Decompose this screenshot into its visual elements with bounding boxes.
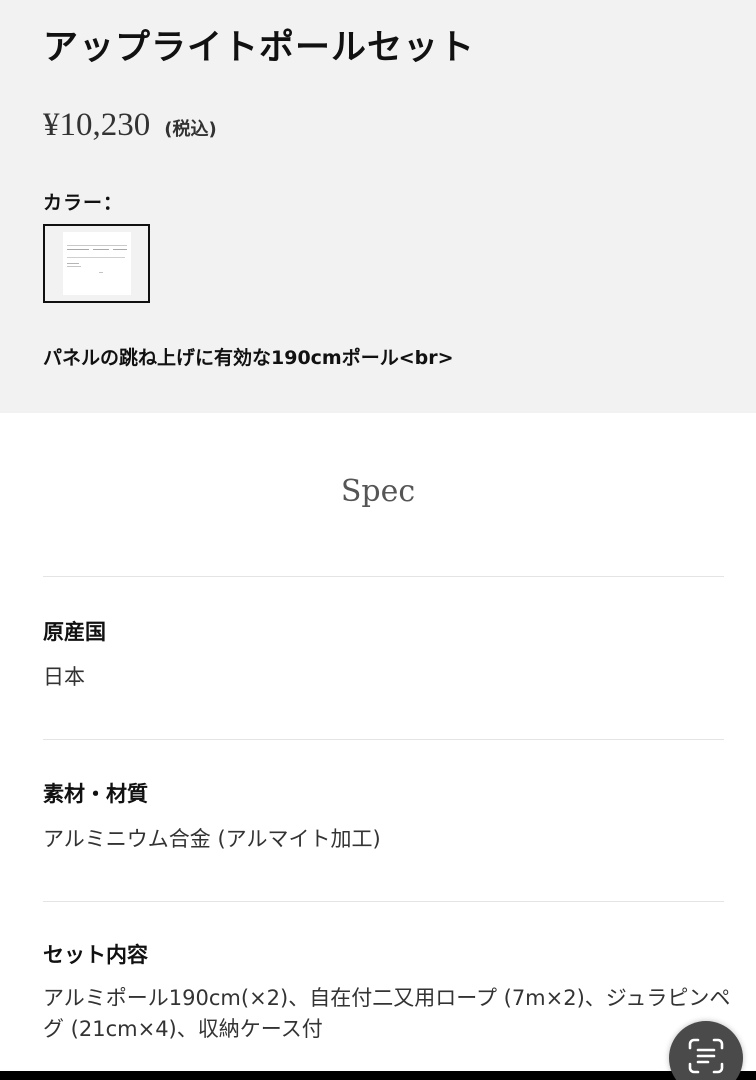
divider	[43, 576, 724, 577]
short-description: パネルの跳ね上げに有効な190cmポール<br>	[43, 347, 454, 369]
text-scan-icon	[688, 1038, 724, 1074]
color-swatch[interactable]	[43, 224, 150, 303]
spec-value-set-contents: アルミポール190cm(×2)、自在付二又用ロープ (7m×2)、ジュラピンペグ…	[43, 986, 731, 1041]
swatch-thumbnail-image	[63, 232, 131, 295]
divider	[43, 901, 724, 902]
spec-name-set-contents: セット内容	[43, 943, 148, 967]
product-summary: アップライトポールセット ¥10,230 (税込) カラー： パネルの跳ね上げに…	[0, 0, 756, 413]
product-page: アップライトポールセット ¥10,230 (税込) カラー： パネルの跳ね上げに…	[0, 0, 756, 1080]
bottom-bar	[0, 1071, 756, 1080]
spec-heading: Spec	[340, 474, 416, 509]
divider	[43, 739, 724, 740]
spec-name-origin: 原産国	[43, 620, 106, 644]
color-label: カラー：	[43, 192, 124, 214]
spec-value-material: アルミニウム合金 (アルマイト加工)	[43, 827, 381, 851]
product-title: アップライトポールセット	[43, 28, 476, 68]
tax-note: (税込)	[164, 119, 217, 140]
spec-name-material: 素材・材質	[43, 782, 148, 806]
product-price: ¥10,230	[43, 107, 151, 143]
spec-value-origin: 日本	[43, 665, 85, 689]
price-row: ¥10,230 (税込)	[43, 100, 217, 150]
